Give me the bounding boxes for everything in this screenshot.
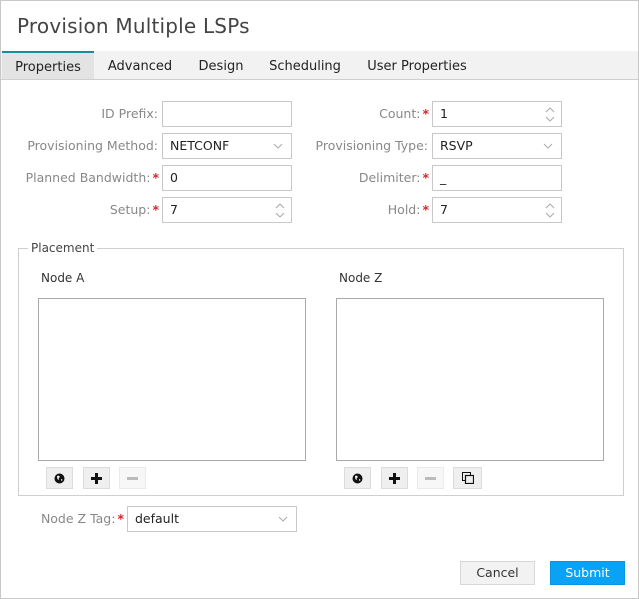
node-z-list[interactable] (336, 298, 604, 461)
minus-icon (425, 476, 436, 480)
plus-icon (389, 472, 400, 484)
delimiter-label-text: Delimiter: (358, 170, 421, 185)
delimiter-value: _ (440, 170, 447, 185)
node-z-tag-label: Node Z Tag: * (11, 506, 124, 532)
copy-icon (461, 472, 474, 484)
provisioning-type-label-text: Provisioning Type: (315, 138, 428, 153)
node-a-add-button[interactable] (83, 467, 110, 489)
dialog-title: Provision Multiple LSPs (17, 14, 250, 38)
node-z-copy-button[interactable] (453, 467, 482, 489)
planned-bandwidth-label: Planned Bandwidth: * (11, 165, 159, 191)
node-a-label: Node A (41, 271, 85, 285)
provisioning-type-label: Provisioning Type: (301, 133, 428, 159)
provisioning-method-label: Provisioning Method: (11, 133, 158, 159)
node-z-label: Node Z (339, 271, 383, 285)
chevron-down-icon (543, 134, 553, 168)
cancel-button[interactable]: Cancel (460, 561, 535, 585)
node-z-tag-value: default (135, 511, 179, 526)
spinner-arrows-icon[interactable] (545, 200, 555, 220)
count-spinner[interactable]: 1 (432, 101, 562, 127)
node-z-globe-button[interactable] (344, 467, 371, 489)
id-prefix-label: ID Prefix: (11, 101, 158, 127)
count-label-text: Count: (379, 106, 421, 121)
node-a-globe-button[interactable] (46, 467, 73, 489)
tab-scheduling[interactable]: Scheduling (259, 51, 351, 79)
hold-label: Hold: * (301, 197, 429, 223)
chevron-down-icon (278, 507, 288, 541)
id-prefix-label-text: ID Prefix: (101, 106, 158, 121)
tab-bar: Properties Advanced Design Scheduling Us… (1, 51, 638, 80)
delimiter-label: Delimiter: * (301, 165, 429, 191)
setup-spinner[interactable]: 7 (162, 197, 292, 223)
required-marker: * (152, 170, 159, 185)
provision-multiple-lsps-dialog: Provision Multiple LSPs Properties Advan… (0, 0, 639, 599)
required-marker: * (422, 202, 429, 217)
spinner-arrows-icon[interactable] (545, 104, 555, 124)
hold-label-text: Hold: (387, 202, 421, 217)
delimiter-input[interactable]: _ (432, 165, 562, 191)
plus-icon (91, 472, 102, 484)
provisioning-method-value: NETCONF (170, 138, 230, 153)
planned-bandwidth-value: 0 (170, 170, 178, 185)
tab-advanced[interactable]: Advanced (97, 51, 183, 79)
required-marker: * (422, 106, 429, 121)
placement-legend: Placement (28, 241, 98, 255)
tab-properties[interactable]: Properties (2, 51, 94, 79)
setup-label-text: Setup: (109, 202, 151, 217)
globe-icon (352, 473, 363, 483)
tab-design[interactable]: Design (186, 51, 256, 79)
submit-button[interactable]: Submit (550, 561, 625, 585)
count-value: 1 (440, 106, 448, 121)
required-marker: * (422, 170, 429, 185)
id-prefix-input[interactable] (162, 101, 292, 127)
provisioning-type-value: RSVP (440, 138, 473, 153)
node-z-tag-label-text: Node Z Tag: (40, 511, 116, 526)
setup-label: Setup: * (11, 197, 159, 223)
node-a-remove-button[interactable] (119, 467, 146, 489)
required-marker: * (152, 202, 159, 217)
minus-icon (127, 476, 138, 480)
tab-user-properties[interactable]: User Properties (354, 51, 480, 79)
node-z-tag-select[interactable]: default (127, 506, 297, 532)
globe-icon (54, 473, 65, 483)
required-marker: * (117, 511, 124, 526)
node-z-add-button[interactable] (381, 467, 408, 489)
node-a-list[interactable] (38, 298, 306, 461)
chevron-down-icon (273, 134, 283, 168)
count-label: Count: * (301, 101, 429, 127)
planned-bandwidth-input[interactable]: 0 (162, 165, 292, 191)
spinner-arrows-icon[interactable] (275, 200, 285, 220)
node-z-remove-button[interactable] (417, 467, 444, 489)
hold-spinner[interactable]: 7 (432, 197, 562, 223)
planned-bandwidth-label-text: Planned Bandwidth: (25, 170, 151, 185)
provisioning-type-select[interactable]: RSVP (432, 133, 562, 159)
setup-value: 7 (170, 202, 178, 217)
provisioning-method-label-text: Provisioning Method: (27, 138, 158, 153)
hold-value: 7 (440, 202, 448, 217)
provisioning-method-select[interactable]: NETCONF (162, 133, 292, 159)
